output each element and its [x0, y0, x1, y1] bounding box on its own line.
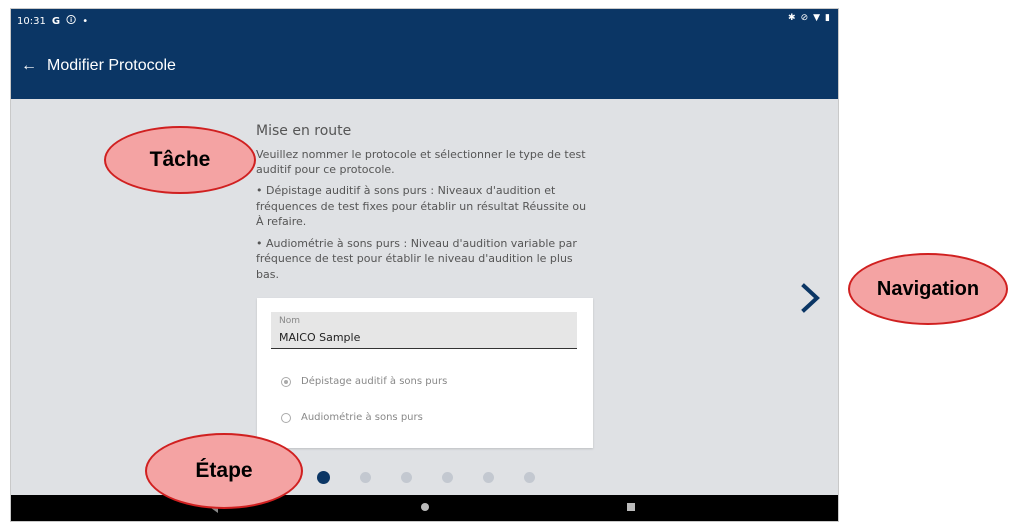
name-value[interactable]: MAICO Sample: [279, 331, 360, 344]
callout-etape: Étape: [145, 433, 303, 509]
step-dot-6: [524, 472, 535, 483]
radio-checked-icon[interactable]: [281, 376, 291, 387]
radio-screening[interactable]: Dépistage auditif à sons purs: [281, 376, 447, 387]
step-dot-3: [401, 472, 412, 483]
task-intro: Veuillez nommer le protocole et sélectio…: [256, 148, 586, 176]
app-bar: ← Modifier Protocole: [11, 29, 838, 99]
alert-icon: 🛈: [66, 15, 77, 26]
step-dot-1: [317, 471, 330, 484]
radio-unchecked-icon[interactable]: [281, 412, 291, 423]
radio-screening-label: Dépistage auditif à sons purs: [301, 376, 448, 387]
system-nav-bar: [11, 495, 838, 521]
mute-icon: ⊘: [800, 13, 809, 23]
dot-icon: •: [82, 16, 89, 27]
nav-recents-icon[interactable]: [627, 503, 635, 511]
google-icon: G: [51, 16, 61, 27]
tablet-screen: 10:31 G 🛈 • ✱ ⊘ ▼ ▮ ← Modifier Protocole…: [10, 8, 839, 522]
radio-audiometry[interactable]: Audiométrie à sons purs: [281, 412, 423, 423]
bullet-audiometry: • Audiométrie à sons purs : Niveau d'aud…: [256, 236, 577, 281]
step-indicator: [317, 471, 535, 484]
back-arrow-icon[interactable]: ←: [21, 58, 37, 74]
nav-home-icon[interactable]: [421, 503, 429, 511]
step-dot-2: [360, 472, 371, 483]
task-content: Mise en route Veuillez nommer le protoco…: [256, 119, 596, 288]
status-left: 10:31 G 🛈 •: [17, 13, 88, 30]
callout-navigation: Navigation: [848, 253, 1008, 325]
bluetooth-icon: ✱: [788, 13, 796, 23]
next-chevron-icon[interactable]: [799, 282, 823, 314]
task-heading: Mise en route: [256, 123, 352, 139]
bullet-screening: • Dépistage auditif à sons purs : Niveau…: [256, 184, 587, 228]
step-dot-4: [442, 472, 453, 483]
page-title: Modifier Protocole: [47, 57, 176, 74]
name-field[interactable]: Nom MAICO Sample: [271, 312, 577, 349]
callout-tache: Tâche: [104, 126, 256, 194]
step-dot-5: [483, 472, 494, 483]
status-right: ✱ ⊘ ▼ ▮: [788, 13, 830, 23]
battery-icon: ▮: [825, 13, 830, 23]
radio-audiometry-label: Audiométrie à sons purs: [301, 412, 423, 423]
name-label: Nom: [279, 316, 301, 326]
status-bar: 10:31 G 🛈 • ✱ ⊘ ▼ ▮: [11, 9, 838, 29]
protocol-form-card: Nom MAICO Sample Dépistage auditif à son…: [257, 298, 593, 448]
wifi-icon: ▼: [813, 13, 821, 23]
status-time: 10:31: [17, 16, 46, 27]
